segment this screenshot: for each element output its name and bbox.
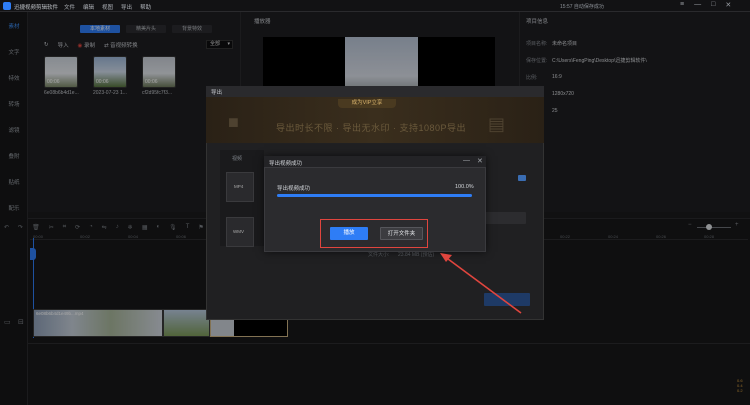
annotation-arrow [443, 255, 522, 314]
annotation-arrow-layer [440, 253, 522, 314]
